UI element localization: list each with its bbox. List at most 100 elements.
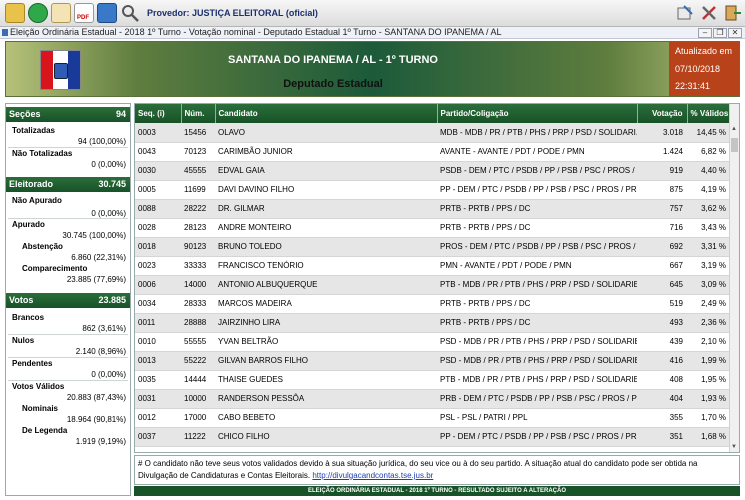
- column-header-seq[interactable]: Seq. (i): [135, 104, 182, 123]
- table-row[interactable]: 0028 28123 ANDRE MONTEIRO PRTB - PRTB / PPS…: [135, 218, 730, 238]
- section-secoes: Seções 94: [6, 107, 130, 122]
- scroll-up-arrow-icon[interactable]: ▲: [731, 126, 737, 132]
- table-row[interactable]: 0035 14444 THAISE GUEDES PTB - MDB / PR / P…: [135, 370, 730, 390]
- update-box: Atualizado em 07/10/2018 22:31:41: [669, 42, 739, 96]
- vertical-scrollbar[interactable]: ▲ ▼: [729, 104, 739, 452]
- cell-partido: PRTB - PRTB / PPS / DC: [437, 294, 637, 314]
- nominais-label: Nominais: [22, 404, 59, 413]
- eleitorado-value: 30.745: [98, 179, 126, 189]
- table-row[interactable]: 0003 15456 OLAVO MDB - MDB / PR / PTB / PHS…: [135, 123, 730, 143]
- results-table: Seq. (i) Núm. Candidato Partido/Coligaçã…: [135, 104, 731, 447]
- cell-candidato: YVAN BELTRÃO: [215, 332, 437, 352]
- table-row[interactable]: 0031 10000 RANDERSON PESSÔA PRB - DEM / PTC…: [135, 389, 730, 409]
- nominais-value: 18.964 (90,81%): [66, 415, 126, 424]
- column-header-partido[interactable]: Partido/Coligação: [437, 104, 638, 123]
- cell-candidato: DR. GILMAR: [215, 199, 437, 219]
- pendentes-value: 0 (0,00%): [91, 370, 126, 379]
- table-row[interactable]: 0023 33333 FRANCISCO TENÓRIO PMN - AVANTE /…: [135, 256, 730, 276]
- cell-seq: 0013: [135, 351, 181, 371]
- cell-num: 55222: [181, 351, 215, 371]
- cell-candidato: GILVAN BARROS FILHO: [215, 351, 437, 371]
- cell-num: 28888: [181, 313, 215, 333]
- table-row[interactable]: 0088 28222 DR. GILMAR PRTB - PRTB / PPS / D…: [135, 199, 730, 219]
- table-row[interactable]: 0006 14000 ANTONIO ALBUQUERQUE PTB - MDB / …: [135, 275, 730, 295]
- cell-partido: PSD - MDB / PR / PTB / PHS / PRP / PSD /…: [437, 351, 637, 371]
- table-row[interactable]: 0013 55222 GILVAN BARROS FILHO PSD - MDB / …: [135, 351, 730, 371]
- table-body: 0003 15456 OLAVO MDB - MDB / PR / PTB / PHS…: [135, 123, 730, 447]
- summary-panel: Seções 94 Totalizadas 94 (100,00%) Não T…: [5, 103, 131, 496]
- column-header-candidato[interactable]: Candidato: [215, 104, 438, 123]
- divulgacand-link[interactable]: http://divulgacandcontas.tse.jus.br: [312, 471, 433, 480]
- nao-totalizadas-value: 0 (0,00%): [91, 160, 126, 169]
- votos-validos-label: Votos Válidos: [12, 382, 65, 391]
- table-row[interactable]: 0011 28888 JAIRZINHO LIRA PRTB - PRTB / PPS…: [135, 313, 730, 333]
- votos-label: Votos: [9, 295, 34, 305]
- cell-votacao: 3.018: [637, 123, 687, 143]
- table-row[interactable]: 0030 45555 EDVAL GAIA PSDB - DEM / PTC / PS…: [135, 161, 730, 181]
- cell-seq: 0037: [135, 427, 181, 447]
- window-close-button[interactable]: ✕: [728, 28, 742, 38]
- cell-pct-validos: 2,10 %: [687, 332, 730, 352]
- apurado-label: Apurado: [12, 220, 45, 229]
- pdf-label: PDF: [77, 15, 89, 21]
- page-title: SANTANA DO IPANEMA / AL - 1º TURNO: [228, 54, 438, 66]
- cell-seq: 0012: [135, 408, 181, 428]
- cell-partido: PTB - MDB / PR / PTB / PHS / PRP / PSD /…: [437, 370, 637, 390]
- scroll-down-arrow-icon[interactable]: ▼: [731, 444, 737, 450]
- cell-seq: 0030: [135, 161, 181, 181]
- table-header-row: Seq. (i) Núm. Candidato Partido/Coligaçã…: [135, 104, 731, 123]
- cell-votacao: 519: [637, 294, 687, 314]
- cell-num: 17000: [181, 408, 215, 428]
- cell-pct-validos: 3,31 %: [687, 237, 730, 257]
- cell-votacao: 919: [637, 161, 687, 181]
- totalizadas-value: 94 (100,00%): [77, 137, 126, 146]
- cell-pct-validos: 1,68 %: [687, 427, 730, 447]
- cell-num: 28222: [181, 199, 215, 219]
- de-legenda-value: 1.919 (9,19%): [75, 437, 126, 446]
- table-row[interactable]: 0018 90123 BRUNO TOLEDO PROS - DEM / PTC / …: [135, 237, 730, 257]
- table-row[interactable]: 0010 55555 YVAN BELTRÃO PSD - MDB / PR / PT…: [135, 332, 730, 352]
- folder-icon[interactable]: [5, 3, 25, 23]
- cell-partido: PRTB - PRTB / PPS / DC: [437, 218, 637, 238]
- exit-icon[interactable]: [722, 3, 742, 23]
- window-restore-button[interactable]: ❐: [713, 28, 727, 38]
- cell-pct-validos: 2,49 %: [687, 294, 730, 314]
- table-row[interactable]: 0043 70123 CARIMBÃO JUNIOR AVANTE - AVANTE …: [135, 142, 730, 162]
- cell-votacao: 493: [637, 313, 687, 333]
- nulos-label: Nulos: [12, 336, 35, 345]
- table-row[interactable]: 0005 11699 DAVI DAVINO FILHO PP - DEM / PTC…: [135, 180, 730, 200]
- cell-votacao: 645: [637, 275, 687, 295]
- cell-votacao: 355: [637, 408, 687, 428]
- cell-votacao: 439: [637, 332, 687, 352]
- cell-pct-validos: 3,43 %: [687, 218, 730, 238]
- cell-votacao: 716: [637, 218, 687, 238]
- section-votos: Votos 23.885: [6, 293, 130, 308]
- column-header-pct-validos[interactable]: % Válidos: [687, 104, 731, 123]
- tools-icon[interactable]: [699, 3, 719, 23]
- cell-partido: PRB - DEM / PTC / PSDB / PP / PSB / PSC …: [437, 389, 637, 409]
- cell-seq: 0043: [135, 142, 181, 162]
- secoes-value: 94: [115, 109, 126, 119]
- pdf-icon[interactable]: PDF: [74, 3, 94, 23]
- cell-partido: PTB - MDB / PR / PTB / PHS / PRP / PSD /…: [437, 275, 637, 295]
- cell-pct-validos: 1,93 %: [687, 389, 730, 409]
- cell-partido: PSDB - DEM / PTC / PSDB / PP / PSB / PSC…: [437, 161, 637, 181]
- edit-icon[interactable]: [51, 3, 71, 23]
- table-row[interactable]: 0034 28333 MARCOS MADEIRA PRTB - PRTB / PPS…: [135, 294, 730, 314]
- column-header-votacao[interactable]: Votação: [637, 104, 688, 123]
- table-row[interactable]: 0012 17000 CABO BEBETO PSL - PSL / PATRI / …: [135, 408, 730, 428]
- cell-candidato: DAVI DAVINO FILHO: [215, 180, 437, 200]
- minimize-icon[interactable]: [675, 3, 695, 23]
- refresh-icon[interactable]: [28, 3, 48, 23]
- scrollbar-thumb[interactable]: [731, 138, 738, 152]
- monitor-icon[interactable]: [97, 3, 117, 23]
- results-grid: Seq. (i) Núm. Candidato Partido/Coligaçã…: [134, 103, 740, 453]
- cell-seq: 0003: [135, 123, 181, 143]
- window-title-bar: Eleição Ordinária Estadual - 2018 1º Tur…: [0, 27, 745, 39]
- window-minimize-button[interactable]: –: [698, 28, 712, 38]
- column-header-num[interactable]: Núm.: [181, 104, 216, 123]
- cell-num: 90123: [181, 237, 215, 257]
- window-icon: [2, 29, 8, 36]
- search-icon[interactable]: [120, 3, 140, 23]
- table-row[interactable]: 0037 11222 CHICO FILHO PP - DEM / PTC / PSD…: [135, 427, 730, 447]
